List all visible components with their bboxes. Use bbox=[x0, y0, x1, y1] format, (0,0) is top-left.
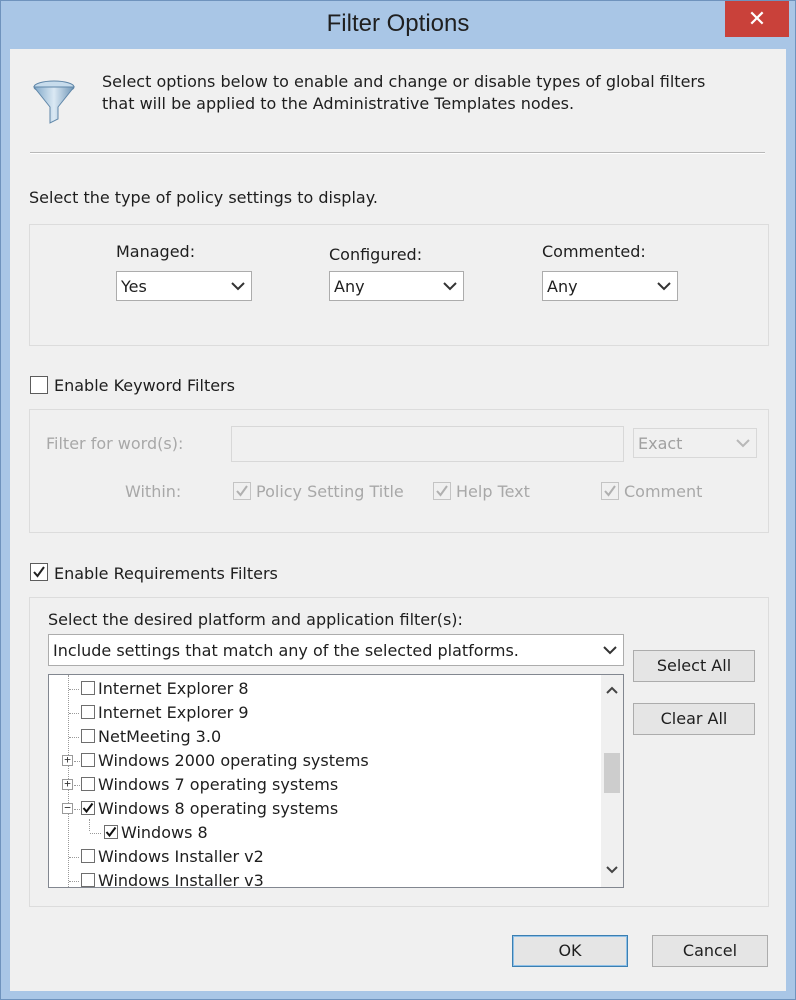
tree-item[interactable]: Windows Installer v3 bbox=[49, 869, 599, 888]
checkmark-icon bbox=[105, 826, 117, 838]
tree-item[interactable]: + Windows 2000 operating systems bbox=[49, 749, 599, 773]
tree-item[interactable]: NetMeeting 3.0 bbox=[49, 725, 599, 749]
tree-item-label: Windows Installer v3 bbox=[98, 871, 264, 888]
filter-options-dialog: Filter Options ✕ Select options below to… bbox=[0, 0, 796, 1000]
within-policy-title-label: Policy Setting Title bbox=[256, 482, 404, 501]
tree-item[interactable]: − Windows 8 operating systems bbox=[49, 797, 599, 821]
chevron-down-icon[interactable] bbox=[605, 863, 619, 877]
tree-connector bbox=[90, 833, 101, 834]
within-policy-title-checkbox[interactable] bbox=[233, 482, 251, 500]
tree-item-checkbox[interactable] bbox=[81, 729, 95, 743]
tree-item-label: Windows Installer v2 bbox=[98, 847, 264, 866]
managed-select[interactable]: Yes bbox=[116, 271, 252, 301]
expand-icon[interactable]: + bbox=[62, 778, 73, 790]
intro-text: Select options below to enable and chang… bbox=[102, 72, 706, 113]
platform-filter-label: Select the desired platform and applicat… bbox=[48, 610, 463, 629]
enable-requirements-filters-label: Enable Requirements Filters bbox=[54, 564, 278, 583]
tree-item[interactable]: Windows 8 bbox=[49, 821, 599, 845]
filter-words-label: Filter for word(s): bbox=[46, 434, 184, 453]
collapse-icon[interactable]: − bbox=[62, 802, 73, 814]
title-bar[interactable]: Filter Options ✕ bbox=[1, 1, 795, 49]
chevron-down-icon bbox=[657, 282, 671, 291]
platform-tree[interactable]: Internet Explorer 8 Internet Explorer 9 … bbox=[48, 674, 624, 888]
within-help-text-label: Help Text bbox=[456, 482, 530, 501]
match-type-value: Exact bbox=[638, 434, 683, 453]
tree-item-checkbox[interactable] bbox=[81, 705, 95, 719]
keyword-filter-group: Filter for word(s): Exact Within: Policy… bbox=[29, 409, 769, 533]
tree-item-checkbox[interactable] bbox=[81, 777, 95, 791]
enable-keyword-filters-checkbox[interactable] bbox=[30, 376, 48, 394]
policy-type-group: Managed: Yes Configured: Any Commented: … bbox=[29, 224, 769, 346]
window-title: Filter Options bbox=[326, 10, 470, 37]
tree-item-checkbox[interactable] bbox=[81, 873, 95, 887]
enable-requirements-filters-checkbox[interactable] bbox=[30, 563, 48, 581]
policy-section-heading: Select the type of policy settings to di… bbox=[29, 188, 378, 207]
tree-item-label: Windows 8 bbox=[121, 823, 208, 842]
chevron-up-icon[interactable] bbox=[605, 683, 619, 697]
tree-item[interactable]: + Windows 7 operating systems bbox=[49, 773, 599, 797]
tree-connector bbox=[69, 857, 79, 858]
checkmark-icon bbox=[33, 566, 45, 578]
tree-item-label: Windows 8 operating systems bbox=[98, 799, 339, 818]
within-label: Within: bbox=[125, 482, 182, 501]
checkmark-icon bbox=[436, 485, 448, 497]
managed-label: Managed: bbox=[116, 242, 196, 261]
tree-item-checkbox[interactable] bbox=[81, 681, 95, 695]
filter-words-input[interactable] bbox=[231, 426, 624, 462]
chevron-down-icon bbox=[443, 282, 457, 291]
tree-connector bbox=[69, 881, 79, 882]
tree-connector bbox=[69, 737, 79, 738]
tree-item-checkbox[interactable] bbox=[104, 825, 118, 839]
tree-item-checkbox[interactable] bbox=[81, 801, 95, 815]
tree-item-checkbox[interactable] bbox=[81, 849, 95, 863]
configured-select[interactable]: Any bbox=[329, 271, 464, 301]
within-help-text-checkbox[interactable] bbox=[433, 482, 451, 500]
chevron-down-icon bbox=[736, 439, 750, 448]
divider bbox=[30, 152, 765, 154]
funnel-icon bbox=[32, 80, 76, 124]
chevron-down-icon bbox=[603, 646, 617, 655]
tree-connector bbox=[74, 761, 80, 762]
within-comment-label: Comment bbox=[624, 482, 703, 501]
tree-item-label: Internet Explorer 9 bbox=[98, 703, 249, 722]
tree-connector bbox=[69, 713, 79, 714]
enable-keyword-filters-label: Enable Keyword Filters bbox=[54, 376, 235, 395]
tree-item[interactable]: Internet Explorer 8 bbox=[49, 677, 599, 701]
commented-label: Commented: bbox=[542, 242, 646, 261]
ok-button[interactable]: OK bbox=[512, 935, 628, 967]
expand-icon[interactable]: + bbox=[62, 754, 73, 766]
dialog-body: Select options below to enable and chang… bbox=[10, 49, 786, 991]
chevron-down-icon bbox=[231, 282, 245, 291]
tree-item[interactable]: Windows Installer v2 bbox=[49, 845, 599, 869]
tree-item-checkbox[interactable] bbox=[81, 753, 95, 767]
tree-connector bbox=[74, 785, 80, 786]
scrollbar-thumb[interactable] bbox=[604, 753, 620, 793]
tree-item[interactable]: Internet Explorer 9 bbox=[49, 701, 599, 725]
checkmark-icon bbox=[82, 802, 94, 814]
select-all-button[interactable]: Select All bbox=[633, 650, 755, 682]
tree-item-label: NetMeeting 3.0 bbox=[98, 727, 222, 746]
within-comment-checkbox[interactable] bbox=[601, 482, 619, 500]
checkmark-icon bbox=[604, 485, 616, 497]
checkmark-icon bbox=[236, 485, 248, 497]
tree-item-label: Windows 7 operating systems bbox=[98, 775, 339, 794]
tree-connector bbox=[69, 689, 79, 690]
tree-item-label: Internet Explorer 8 bbox=[98, 679, 249, 698]
tree-scrollbar[interactable] bbox=[601, 675, 623, 887]
tree-connector bbox=[74, 809, 80, 810]
close-button[interactable]: ✕ bbox=[725, 1, 789, 37]
cancel-button[interactable]: Cancel bbox=[652, 935, 768, 967]
configured-value: Any bbox=[334, 277, 365, 296]
match-type-select[interactable]: Exact bbox=[633, 428, 757, 458]
platform-match-value: Include settings that match any of the s… bbox=[53, 641, 519, 660]
commented-value: Any bbox=[547, 277, 578, 296]
configured-label: Configured: bbox=[329, 245, 423, 264]
managed-value: Yes bbox=[121, 277, 147, 296]
tree-item-label: Windows 2000 operating systems bbox=[98, 751, 369, 770]
platform-match-select[interactable]: Include settings that match any of the s… bbox=[48, 634, 624, 666]
commented-select[interactable]: Any bbox=[542, 271, 678, 301]
clear-all-button[interactable]: Clear All bbox=[633, 703, 755, 735]
